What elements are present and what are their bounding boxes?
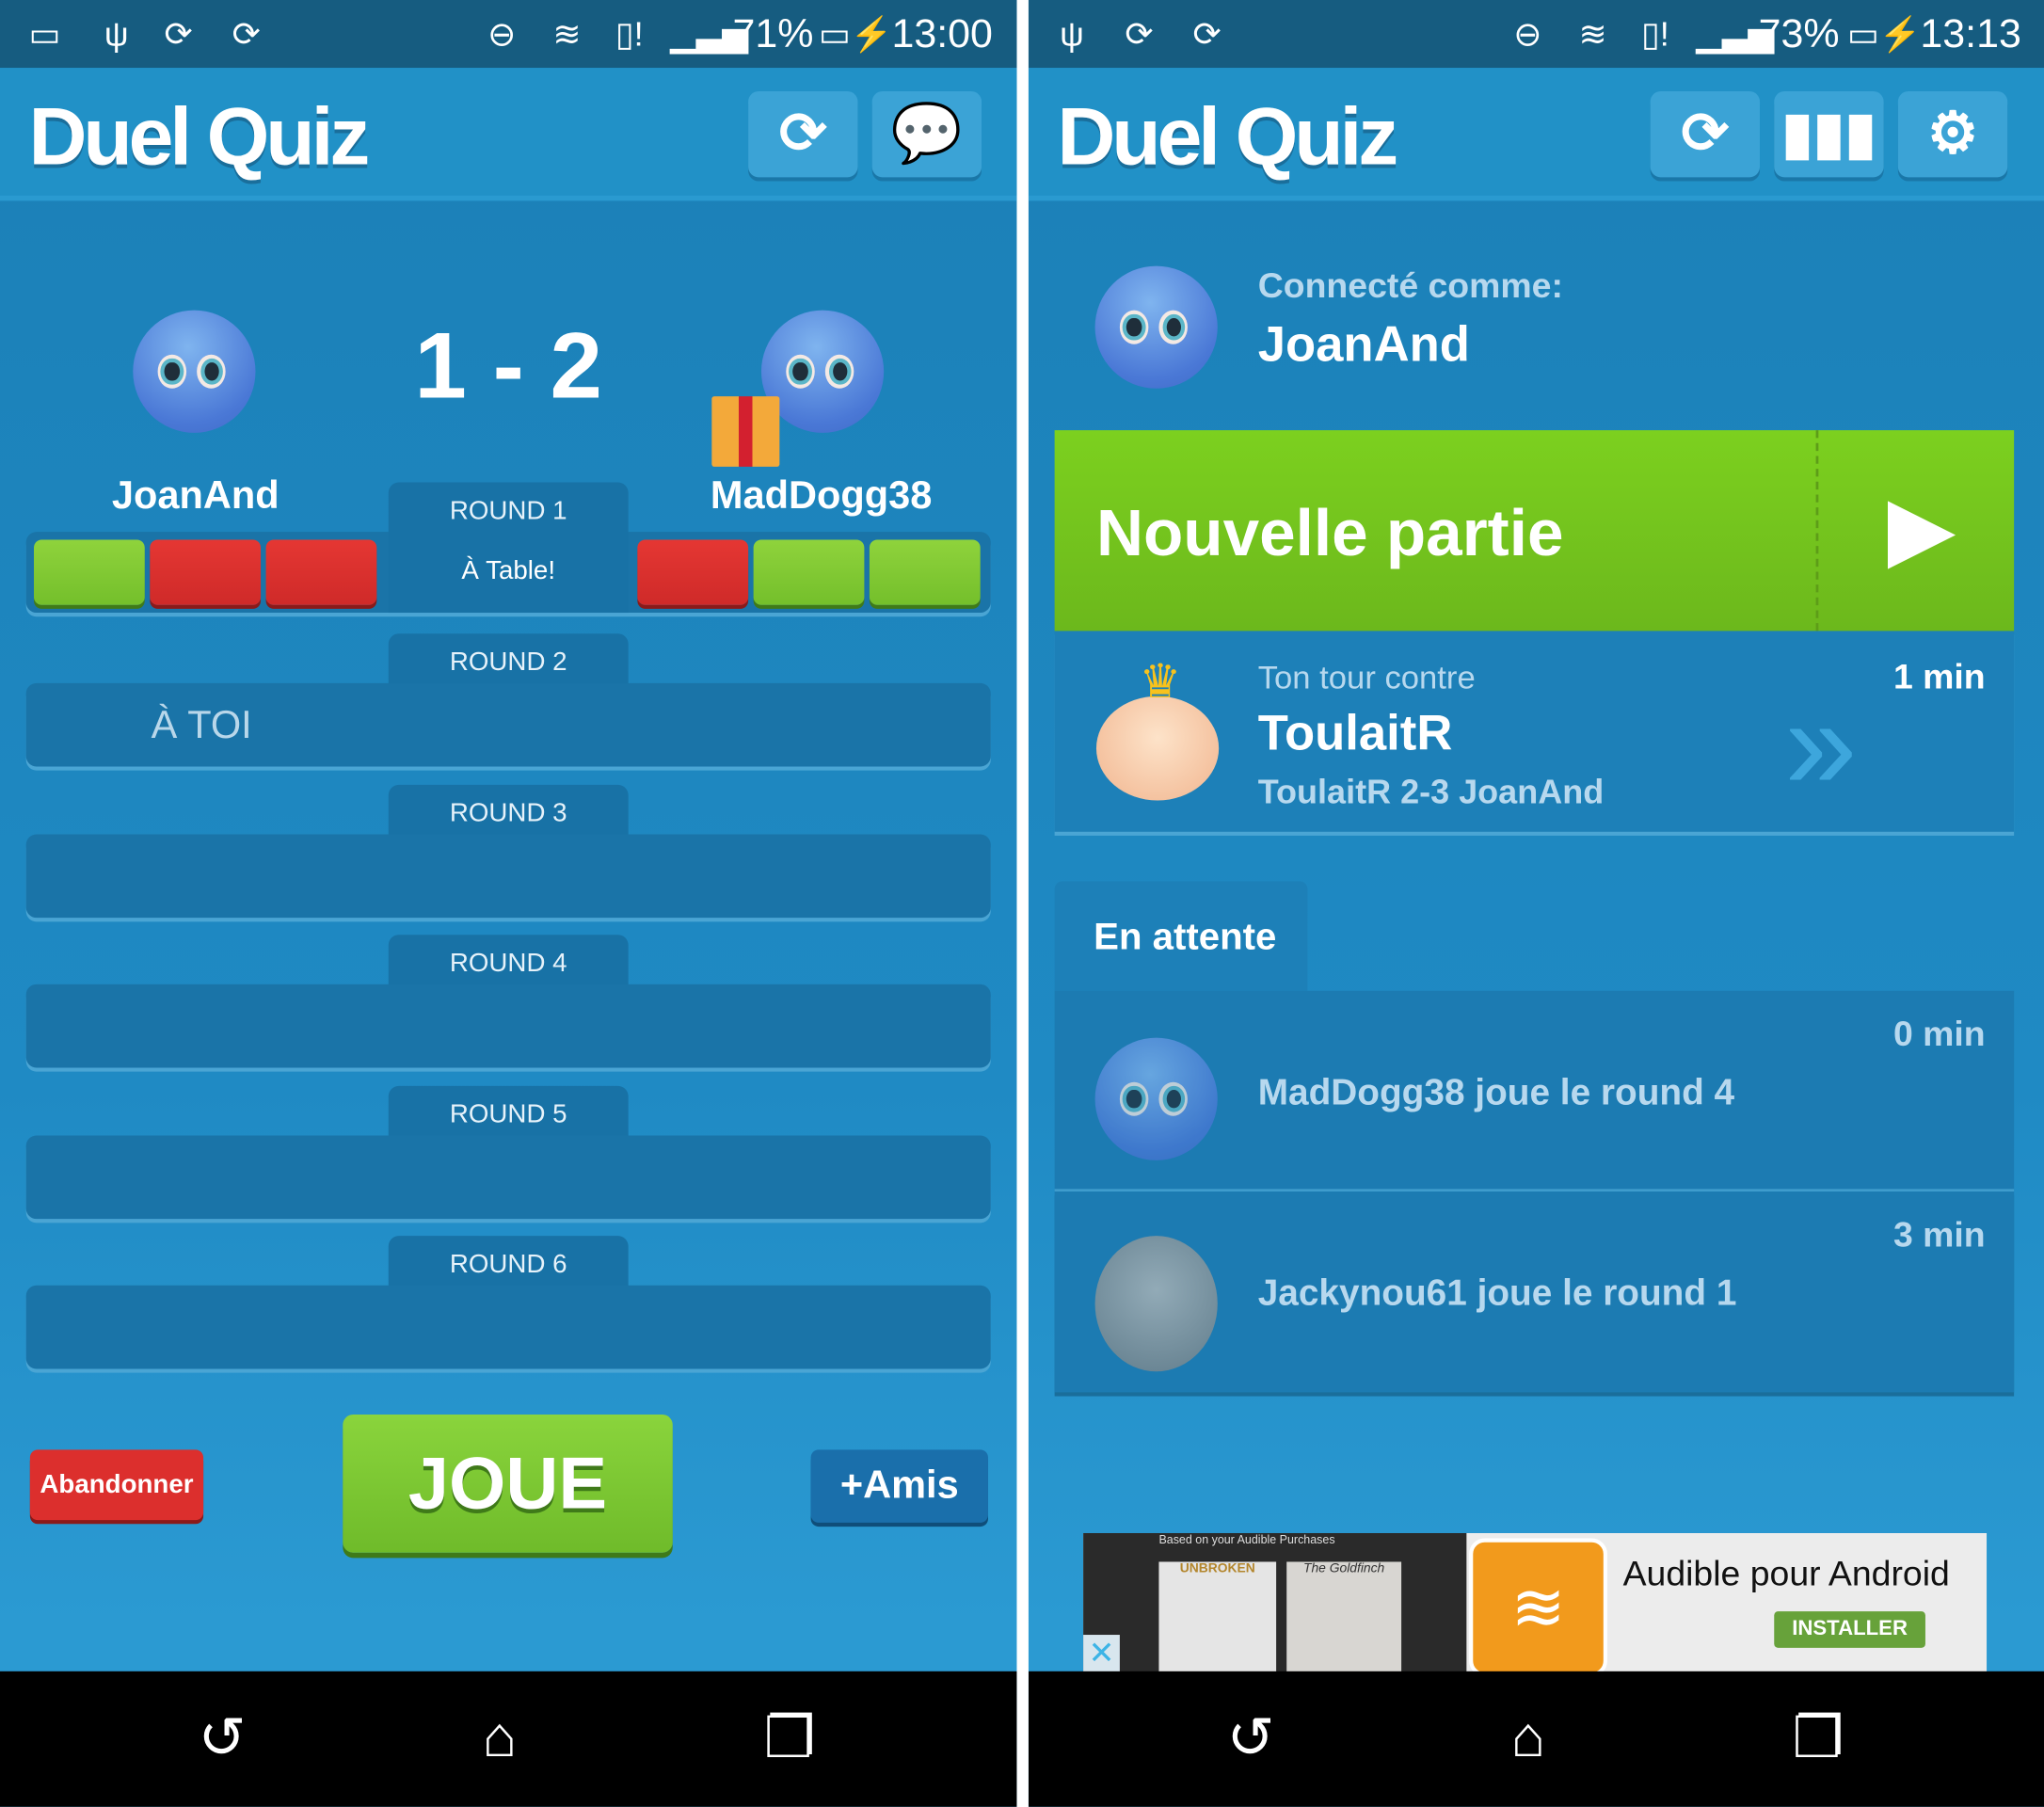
app-header: Duel Quiz ⟳ 💬 <box>0 68 1017 201</box>
avatar-player1 <box>133 310 256 433</box>
dnd-icon: ⊖ <box>487 14 517 54</box>
home-icon[interactable]: ⌂ <box>483 1705 518 1770</box>
game-score: ToulaitR 2-3 JoanAnd <box>1257 772 1605 811</box>
round-1-category: À Table! <box>388 532 629 614</box>
round-5-tab: ROUND 5 <box>388 1085 629 1139</box>
round-3-row <box>25 834 991 919</box>
game-time: 1 min <box>1892 657 1986 696</box>
your-turn-game[interactable]: ♛ Ton tour contre ToulaitR ToulaitR 2-3 … <box>1054 631 2015 832</box>
sync-icon: ⟳ <box>1125 14 1154 54</box>
chevron-right-icon: » <box>1784 671 1858 818</box>
opponent-avatar <box>1095 696 1220 801</box>
usb-icon: ψ <box>104 14 129 54</box>
answer-correct <box>753 539 865 605</box>
round-6-row <box>25 1285 991 1369</box>
sync-icon: ⟳ <box>164 14 193 54</box>
battery-icon: ▭⚡ <box>818 14 893 54</box>
abandon-button[interactable]: Abandonner <box>29 1449 204 1521</box>
username: JoanAnd <box>1257 317 1470 374</box>
add-friends-button[interactable]: +Amis <box>810 1449 988 1523</box>
sim-icon: ▯! <box>615 14 644 54</box>
dnd-icon: ⊖ <box>1513 14 1542 54</box>
stats-icon: ▮▮▮ <box>1781 102 1876 166</box>
opponent-name: ToulaitR <box>1257 706 1453 761</box>
wifi-icon: ≋ <box>1578 14 1607 54</box>
connected-label: Connecté comme: <box>1257 265 1563 306</box>
crown-icon: ♛ <box>1139 654 1182 709</box>
battery-icon: ▭⚡ <box>1846 14 1922 54</box>
play-icon: ▶ <box>1889 481 1954 575</box>
usb-icon: ψ <box>1060 14 1084 54</box>
round-2-row[interactable]: À TOI <box>25 682 991 767</box>
round-5-row <box>25 1135 991 1220</box>
settings-button[interactable]: ⚙ <box>1897 90 2008 178</box>
settings-icon: ⚙ <box>1926 102 1979 166</box>
nav-bar: ↺ ⌂ ❐ <box>0 1671 1017 1807</box>
round-6-tab: ROUND 6 <box>388 1236 629 1288</box>
ad-banner[interactable]: Based on your Audible Purchases UNBROKEN… <box>1083 1532 1988 1677</box>
app-header: Duel Quiz ⟳ ▮▮▮ ⚙ <box>1028 68 2044 201</box>
back-icon[interactable]: ↺ <box>1226 1705 1274 1772</box>
sim-icon: ▯! <box>1640 14 1669 54</box>
home-screen: ψ ⟳ ⟳ ⊖ ≋ ▯! ▁▃▅ 73% ▭⚡ 13:13 Duel Quiz … <box>1028 0 2044 1807</box>
opponent-avatar <box>1094 1236 1218 1372</box>
answer-wrong <box>265 539 377 605</box>
back-icon[interactable]: ↺ <box>199 1705 247 1772</box>
new-game-button[interactable]: Nouvelle partie ▶ <box>1054 430 2015 632</box>
refresh-button[interactable]: ⟳ <box>748 90 858 178</box>
answer-correct <box>34 539 145 605</box>
gift-icon[interactable] <box>711 396 780 467</box>
round-4-tab: ROUND 4 <box>388 935 629 987</box>
player1-name: JoanAnd <box>111 474 279 518</box>
recents-icon[interactable]: ❐ <box>764 1705 816 1772</box>
player2-name: MadDogg38 <box>710 474 933 518</box>
app-logo: Duel Quiz <box>1057 92 1398 183</box>
waiting-header: En attente <box>1054 881 1308 991</box>
round-2-tab: ROUND 2 <box>388 633 629 686</box>
chat-button[interactable]: 💬 <box>871 90 982 178</box>
close-ad-icon[interactable]: ✕ <box>1083 1635 1120 1674</box>
play-button[interactable]: JOUE <box>343 1414 673 1553</box>
status-bar: ψ ⟳ ⟳ ⊖ ≋ ▯! ▁▃▅ 73% ▭⚡ 13:13 <box>1028 0 2044 69</box>
ad-title: Audible pour Android <box>1622 1554 1950 1593</box>
app-logo: Duel Quiz <box>28 92 370 183</box>
opponent-avatar <box>1094 1037 1218 1160</box>
recents-icon[interactable]: ❐ <box>1793 1705 1844 1772</box>
avatar-player2 <box>760 310 885 433</box>
audible-logo: ≋ <box>1469 1538 1607 1677</box>
waiting-game[interactable]: Jackynou61 joue le round 1 3 min <box>1054 1191 2015 1393</box>
home-icon[interactable]: ⌂ <box>1510 1705 1545 1770</box>
waiting-game[interactable]: MadDogg38 joue le round 4 0 min <box>1054 990 2015 1192</box>
clock: 13:13 <box>1920 10 2021 56</box>
image-icon: ▭ <box>28 14 61 54</box>
ad-image: Based on your Audible Purchases UNBROKEN… <box>1083 1532 1467 1674</box>
stats-button[interactable]: ▮▮▮ <box>1774 90 1884 178</box>
battery-percent: 73% <box>1758 10 1840 56</box>
chat-icon: 💬 <box>890 102 963 166</box>
refresh-icon: ⟳ <box>778 102 827 166</box>
sync-icon: ⟳ <box>1192 14 1222 54</box>
round-4-row <box>25 983 991 1068</box>
refresh-icon: ⟳ <box>1681 102 1730 166</box>
clock: 13:00 <box>891 10 993 56</box>
score: 1 - 2 <box>414 313 603 419</box>
user-avatar <box>1094 265 1218 389</box>
nav-bar: ↺ ⌂ ❐ <box>1028 1671 2044 1807</box>
your-turn-label: À TOI <box>151 704 252 747</box>
answer-wrong <box>150 539 262 605</box>
status-bar: ▭ ψ ⟳ ⟳ ⊖ ≋ ▯! ▁▃▅ 71% ▭⚡ 13:00 <box>0 0 1017 69</box>
battery-percent: 71% <box>732 10 814 56</box>
wifi-icon: ≋ <box>552 14 582 54</box>
answer-correct <box>869 539 981 605</box>
round-3-tab: ROUND 3 <box>388 784 629 838</box>
answer-wrong <box>637 539 749 605</box>
refresh-button[interactable]: ⟳ <box>1650 90 1761 178</box>
duel-screen: ▭ ψ ⟳ ⟳ ⊖ ≋ ▯! ▁▃▅ 71% ▭⚡ 13:00 Duel Qui… <box>0 0 1017 1807</box>
sync-icon: ⟳ <box>232 14 261 54</box>
install-button[interactable]: INSTALLER <box>1774 1611 1925 1648</box>
